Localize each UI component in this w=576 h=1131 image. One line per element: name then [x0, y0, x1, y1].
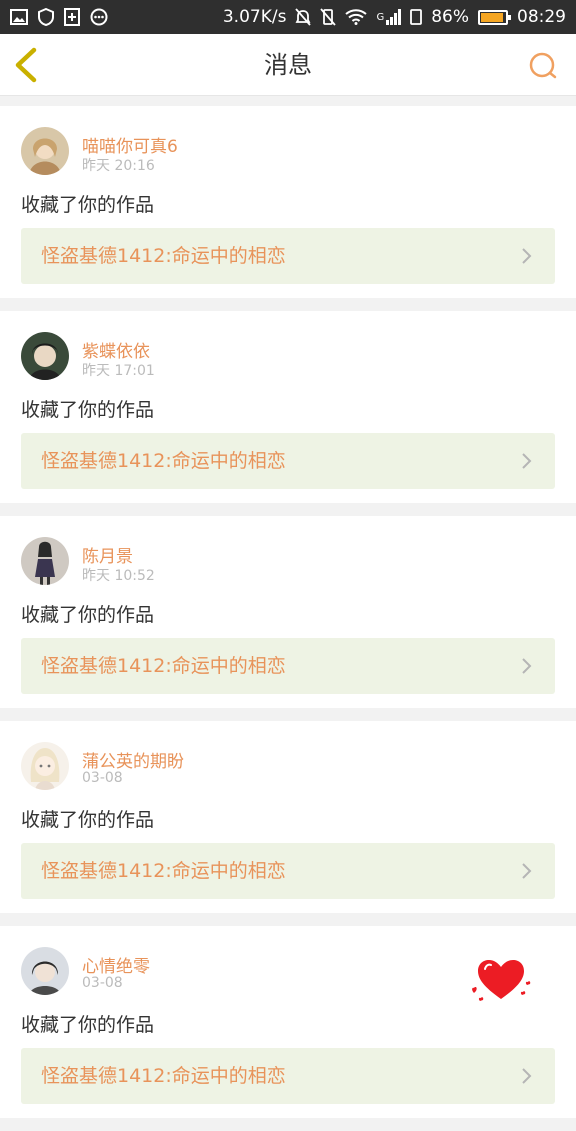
avatar[interactable] — [21, 332, 69, 380]
network-speed: 3.07K/s — [222, 7, 287, 27]
message-card: 紫蝶依依 昨天 17:01 收藏了你的作品 怪盗基德1412:命运中的相恋 — [0, 311, 576, 503]
clock: 08:29 — [517, 7, 566, 27]
message-card: 蒲公英的期盼 03-08 收藏了你的作品 怪盗基德1412:命运中的相恋 — [0, 721, 576, 913]
action-text: 收藏了你的作品 — [21, 809, 155, 831]
user-name[interactable]: 蒲公英的期盼 — [82, 747, 184, 772]
search-icon — [529, 52, 557, 79]
work-link[interactable]: 怪盗基德1412:命运中的相恋 — [21, 228, 555, 284]
search-button[interactable] — [528, 51, 558, 81]
action-text: 收藏了你的作品 — [21, 194, 155, 216]
status-bar: 3.07K/s G 86% 08:29 — [0, 0, 576, 34]
page-title: 消息 — [264, 51, 312, 79]
gallery-icon — [10, 9, 28, 25]
avatar[interactable] — [21, 537, 69, 585]
heart-icon — [472, 960, 531, 1001]
wifi-icon — [345, 9, 368, 25]
message-card: 喵喵你可真6 昨天 20:16 收藏了你的作品 怪盗基德1412:命运中的相恋 — [0, 106, 576, 298]
chevron-right-icon — [522, 863, 532, 879]
chevron-right-icon — [522, 1068, 532, 1084]
timestamp: 昨天 20:16 — [82, 158, 155, 174]
work-title: 怪盗基德1412:命运中的相恋 — [41, 1065, 286, 1087]
app-header: 消息 — [0, 34, 576, 96]
message-card: 陈月景 昨天 10:52 收藏了你的作品 怪盗基德1412:命运中的相恋 — [0, 516, 576, 708]
work-link[interactable]: 怪盗基德1412:命运中的相恋 — [21, 843, 555, 899]
mute-icon — [295, 8, 312, 26]
work-title: 怪盗基德1412:命运中的相恋 — [41, 655, 286, 677]
user-name[interactable]: 喵喵你可真6 — [82, 132, 178, 157]
action-text: 收藏了你的作品 — [21, 604, 155, 626]
user-name[interactable]: 心情绝零 — [82, 952, 150, 977]
signal-icon: G — [376, 9, 402, 25]
work-title: 怪盗基德1412:命运中的相恋 — [41, 245, 286, 267]
avatar[interactable] — [21, 127, 69, 175]
work-link[interactable]: 怪盗基德1412:命运中的相恋 — [21, 1048, 555, 1104]
work-link[interactable]: 怪盗基德1412:命运中的相恋 — [21, 638, 555, 694]
floating-heart-button[interactable] — [470, 955, 532, 1005]
work-title: 怪盗基德1412:命运中的相恋 — [41, 860, 286, 882]
timestamp: 03-08 — [82, 975, 123, 991]
avatar[interactable] — [21, 742, 69, 790]
chevron-right-icon — [522, 658, 532, 674]
network-type: G — [376, 11, 385, 23]
add-box-icon — [64, 8, 80, 26]
work-link[interactable]: 怪盗基德1412:命运中的相恋 — [21, 433, 555, 489]
user-name[interactable]: 紫蝶依依 — [82, 337, 150, 362]
battery-icon — [478, 9, 511, 25]
battery-percent: 86% — [431, 7, 469, 27]
user-name[interactable]: 陈月景 — [82, 542, 133, 567]
timestamp: 03-08 — [82, 770, 123, 786]
chevron-right-icon — [522, 248, 532, 264]
chevron-right-icon — [522, 453, 532, 469]
timestamp: 昨天 10:52 — [82, 568, 155, 584]
sim-icon — [410, 9, 423, 25]
work-title: 怪盗基德1412:命运中的相恋 — [41, 450, 286, 472]
shield-icon — [38, 8, 54, 26]
timestamp: 昨天 17:01 — [82, 363, 155, 379]
more-circle-icon — [90, 8, 108, 26]
avatar[interactable] — [21, 947, 69, 995]
vibrate-off-icon — [320, 8, 337, 26]
action-text: 收藏了你的作品 — [21, 399, 155, 421]
